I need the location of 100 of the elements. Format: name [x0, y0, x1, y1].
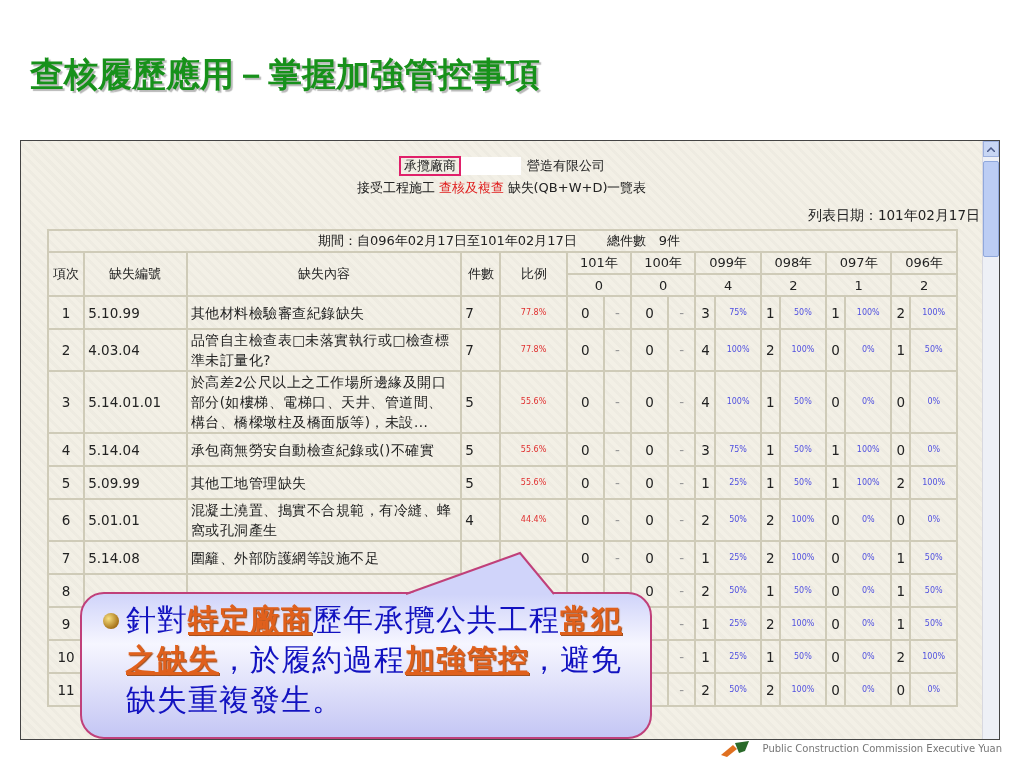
- table-cell: 0: [826, 607, 846, 640]
- table-cell: 2: [760, 673, 780, 706]
- table-cell: 1: [695, 640, 716, 673]
- table-cell: 0%: [910, 433, 957, 466]
- table-cell: -: [668, 574, 696, 607]
- table-cell: 4: [48, 433, 85, 466]
- table-cell: -: [603, 541, 632, 574]
- table-cell: 2: [695, 499, 716, 541]
- table-cell: 0: [826, 329, 846, 371]
- table-cell: 0%: [845, 371, 892, 433]
- table-cell: -: [603, 329, 632, 371]
- table-cell: 50%: [779, 296, 827, 329]
- table-cell: 5.10.99: [84, 296, 187, 329]
- defect-description: 其他工地管理缺失: [186, 466, 462, 499]
- table-cell: 25%: [715, 466, 761, 499]
- table-cell: 0: [826, 640, 846, 673]
- table-cell: 0: [566, 371, 604, 433]
- table-cell: 3: [695, 296, 716, 329]
- company-suffix: 營造有限公司: [526, 157, 605, 175]
- table-cell: 4: [461, 499, 501, 541]
- table-cell: -: [603, 499, 632, 541]
- table-cell: 0: [891, 371, 911, 433]
- column-header: 項次: [48, 252, 85, 296]
- table-cell: 0%: [910, 499, 957, 541]
- year-total: 0: [566, 274, 632, 296]
- table-cell: 1: [760, 433, 780, 466]
- column-header: 097年: [826, 252, 892, 274]
- table-cell: 100%: [845, 433, 892, 466]
- table-cell: 5.01.01: [84, 499, 187, 541]
- table-cell: 0: [631, 541, 669, 574]
- table-cell: 50%: [910, 607, 957, 640]
- table-cell: 1: [760, 371, 780, 433]
- table-cell: 1: [891, 574, 911, 607]
- table-cell: 1: [695, 607, 716, 640]
- audit-link[interactable]: 查核及複查: [438, 179, 504, 197]
- table-cell: 1: [695, 466, 716, 499]
- table-cell: -: [668, 499, 696, 541]
- defect-description: 圍籬、外部防護網等設施不足: [186, 541, 462, 574]
- scroll-thumb[interactable]: [983, 161, 999, 257]
- table-cell: -: [603, 371, 632, 433]
- table-cell: 0: [631, 296, 669, 329]
- report-subtitle: 缺失(QB+W+D)一覽表: [507, 179, 647, 197]
- table-cell: 2: [48, 329, 85, 371]
- table-cell: 1: [760, 466, 780, 499]
- column-header: 098年: [760, 252, 827, 274]
- table-cell: 100%: [779, 673, 827, 706]
- table-cell: -: [603, 433, 632, 466]
- table-cell: 55.6%: [500, 433, 567, 466]
- column-header: 100年: [631, 252, 696, 274]
- table-cell: 0: [631, 433, 669, 466]
- table-cell: 0: [631, 329, 669, 371]
- table-cell: -: [668, 640, 696, 673]
- table-cell: 50%: [779, 574, 827, 607]
- column-header: 099年: [695, 252, 761, 274]
- table-cell: 50%: [779, 371, 827, 433]
- table-cell: 2: [891, 466, 911, 499]
- table-cell: 0: [826, 574, 846, 607]
- bullet-icon: [102, 612, 120, 630]
- table-cell: 2: [760, 499, 780, 541]
- table-cell: 100%: [715, 329, 761, 371]
- redacted-name: [460, 157, 521, 175]
- table-cell: 50%: [779, 466, 827, 499]
- defect-description: 於高差2公尺以上之工作場所邊緣及開口部分(如樓梯、電梯口、天井、管道間、構台、橋樑墩柱及橋面版等)，未設...: [186, 371, 462, 433]
- table-cell: 25%: [715, 640, 761, 673]
- table-cell: 0: [631, 466, 669, 499]
- table-cell: 0%: [845, 574, 892, 607]
- year-total: 1: [826, 274, 892, 296]
- table-cell: 1: [48, 296, 85, 329]
- table-cell: 77.8%: [500, 329, 567, 371]
- table-cell: -: [668, 607, 696, 640]
- defect-description: 其他材料檢驗審查紀錄缺失: [186, 296, 462, 329]
- table-cell: 0: [891, 433, 911, 466]
- table-cell: 0: [891, 499, 911, 541]
- table-cell: 0%: [845, 640, 892, 673]
- table-cell: 2: [695, 673, 716, 706]
- table-cell: 1: [891, 541, 911, 574]
- defect-description: 承包商無勞安自動檢查紀錄或()不確實: [186, 433, 462, 466]
- table-cell: 0: [566, 296, 604, 329]
- scrollbar[interactable]: [982, 141, 999, 739]
- table-cell: -: [668, 541, 696, 574]
- table-cell: 0: [566, 329, 604, 371]
- table-cell: 5.14.08: [84, 541, 187, 574]
- table-cell: 55.6%: [500, 371, 567, 433]
- table-cell: 0: [566, 433, 604, 466]
- table-cell: 4: [695, 329, 716, 371]
- defect-description: 品管自主檢查表□未落實執行或□檢查標準未訂量化?: [186, 329, 462, 371]
- table-cell: 50%: [910, 329, 957, 371]
- table-cell: 50%: [715, 499, 761, 541]
- column-header: 101年: [566, 252, 632, 274]
- vendor-label: 承攬廠商: [398, 156, 461, 176]
- table-cell: 2: [760, 541, 780, 574]
- table-cell: -: [668, 329, 696, 371]
- table-cell: 0: [566, 499, 604, 541]
- table-cell: 1: [826, 466, 846, 499]
- table-cell: 5: [461, 433, 501, 466]
- table-cell: 50%: [715, 574, 761, 607]
- table-cell: 55.6%: [500, 466, 567, 499]
- table-cell: 75%: [715, 433, 761, 466]
- defect-description: 混凝土澆置、搗實不合規範，有冷縫、蜂窩或孔洞產生: [186, 499, 462, 541]
- table-cell: 1: [826, 296, 846, 329]
